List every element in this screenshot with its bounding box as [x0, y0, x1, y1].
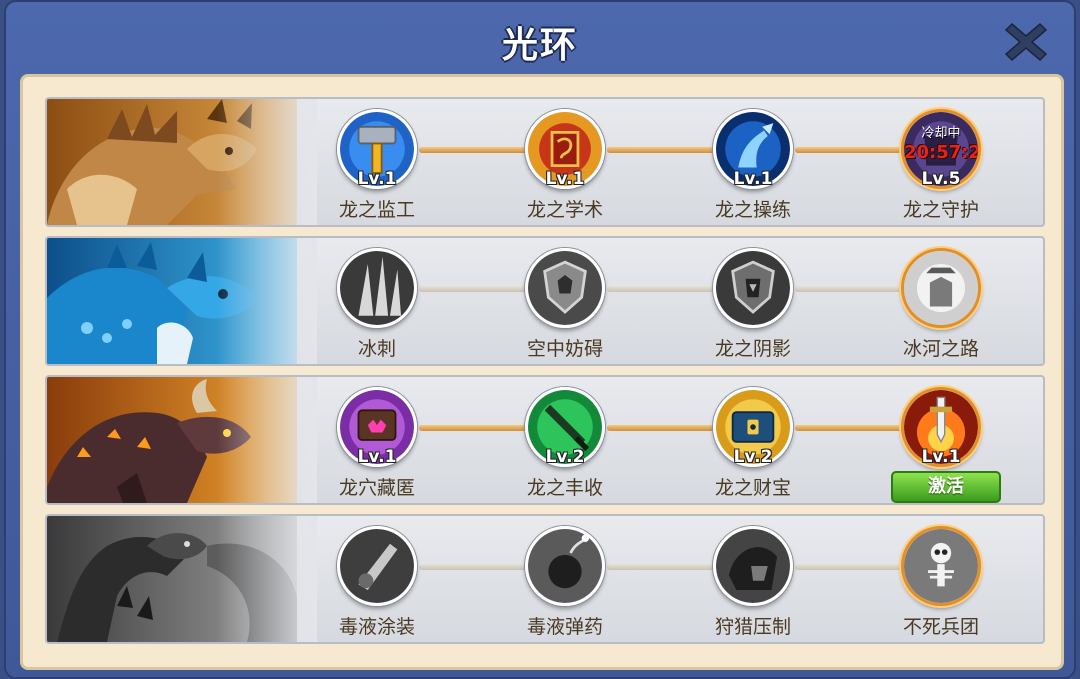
- skill-name: 毒液涂装: [338, 616, 415, 638]
- skill-slot[interactable]: Lv.1 龙之学术: [475, 105, 655, 225]
- skill-name: 不死兵团: [902, 616, 979, 638]
- skill-level: Lv.1: [357, 447, 397, 467]
- glacier-road-icon[interactable]: [901, 248, 981, 328]
- skill-slot[interactable]: 冰刺: [287, 244, 467, 364]
- skill-name: 龙穴藏匿: [338, 477, 415, 499]
- skill-name: 冰河之路: [902, 338, 979, 360]
- skill-level: Lv.2: [545, 447, 585, 467]
- skill-name: 龙之操练: [714, 199, 791, 221]
- skill-name: 冰刺: [357, 338, 396, 360]
- skill-level: Lv.1: [357, 169, 397, 189]
- skill-slot[interactable]: 不死兵团: [851, 522, 1031, 642]
- skill-slot[interactable]: Lv.1 龙穴藏匿: [287, 383, 467, 503]
- skill-level: Lv.1: [733, 169, 773, 189]
- skill-slot[interactable]: 空中妨碍: [475, 244, 655, 364]
- hunter-hood-icon[interactable]: [713, 526, 793, 606]
- shadow-shield-icon[interactable]: [713, 248, 793, 328]
- aura-panel: Lv.1 龙之监工 Lv.1 龙之学术 Lv.1 龙之操练 冷却中 20:57:…: [20, 74, 1064, 670]
- skill-name: 龙之财宝: [714, 477, 791, 499]
- aura-row-ice: 冰刺 空中妨碍 龙之阴影 冰河之路: [45, 236, 1045, 366]
- skill-name: 狩猎压制: [714, 616, 791, 638]
- skill-level: Lv.5: [921, 169, 961, 189]
- poison-blade-icon[interactable]: [337, 526, 417, 606]
- aura-row-shadow: 毒液涂装 毒液弹药 狩猎压制 不死兵团: [45, 514, 1045, 644]
- skill-slot[interactable]: 狩猎压制: [663, 522, 843, 642]
- skill-slot[interactable]: Lv.1 龙之操练: [663, 105, 843, 225]
- aura-row-bronze: Lv.1 龙之监工 Lv.1 龙之学术 Lv.1 龙之操练 冷却中 20:57:…: [45, 97, 1045, 227]
- skill-slot[interactable]: 龙之阴影: [663, 244, 843, 364]
- cooldown-timer: 20:57:22: [904, 142, 981, 163]
- skill-level: Lv.1: [545, 169, 585, 189]
- skill-name: 龙之阴影: [714, 338, 791, 360]
- skill-slot[interactable]: Lv.2 龙之财宝: [663, 383, 843, 503]
- skill-slot[interactable]: 毒液弹药: [475, 522, 655, 642]
- activate-button[interactable]: 激活: [891, 471, 1001, 503]
- poison-bomb-icon[interactable]: [525, 526, 605, 606]
- skill-slot[interactable]: Lv.2 龙之丰收: [475, 383, 655, 503]
- aura-window: 光环 Lv.1 龙之监工 Lv.1 龙之学术 Lv.1 龙之操练 冷却中 20:…: [4, 0, 1076, 679]
- skill-name: 龙之守护: [902, 199, 979, 221]
- skill-slot[interactable]: 毒液涂装: [287, 522, 467, 642]
- skill-slot[interactable]: 冷却中 20:57:22 Lv.5 龙之守护: [851, 105, 1031, 225]
- skill-level: Lv.1: [921, 447, 961, 467]
- skill-name: 龙之监工: [338, 199, 415, 221]
- skeleton-legion-icon[interactable]: [901, 526, 981, 606]
- ice-spike-icon[interactable]: [337, 248, 417, 328]
- aura-row-lava: Lv.1 龙穴藏匿 Lv.2 龙之丰收 Lv.2 龙之财宝 Lv.1 激活: [45, 375, 1045, 505]
- skill-level: Lv.2: [733, 447, 773, 467]
- skill-slot[interactable]: Lv.1 激活: [851, 383, 1031, 503]
- skill-slot[interactable]: Lv.1 龙之监工: [287, 105, 467, 225]
- close-icon[interactable]: [1004, 20, 1048, 64]
- skill-name: 龙之丰收: [526, 477, 603, 499]
- cooldown-label: 冷却中: [921, 126, 961, 141]
- skill-name: 空中妨碍: [526, 338, 603, 360]
- skill-name: 毒液弹药: [526, 616, 603, 638]
- air-shield-icon[interactable]: [525, 248, 605, 328]
- skill-name: 龙之学术: [526, 199, 603, 221]
- window-title: 光环: [501, 25, 578, 66]
- skill-slot[interactable]: 冰河之路: [851, 244, 1031, 364]
